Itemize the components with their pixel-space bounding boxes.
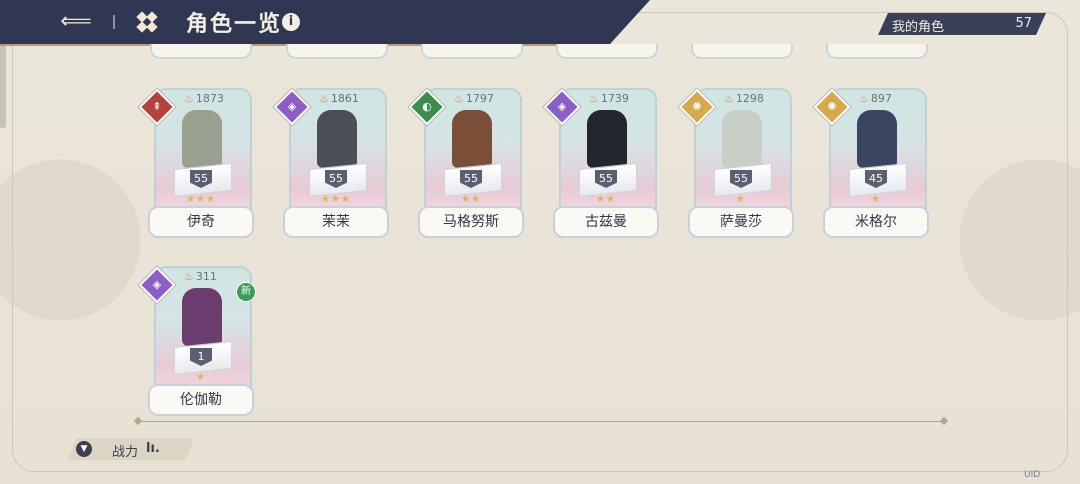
power-value: ♨ 897	[859, 92, 892, 105]
star-rating: ★★★	[321, 194, 351, 205]
character-sprite	[182, 110, 222, 168]
character-card[interactable]: ✺ ♨ 897 45 ★ 米格尔	[813, 88, 929, 238]
star-rating: ★	[736, 194, 746, 205]
back-arrow-icon: ⟸	[60, 9, 92, 34]
character-sprite	[452, 110, 492, 168]
character-card[interactable]: ◈ ♨ 1739 55 ★★ 古兹曼	[543, 88, 659, 238]
my-characters-label: 我的角色	[892, 20, 945, 35]
power-value: ♨ 1298	[724, 92, 764, 105]
character-card[interactable]: ✺ ♨ 1298 55 ★ 萨曼莎	[678, 88, 794, 238]
partial-card[interactable]	[150, 44, 252, 59]
character-card[interactable]: ◐ ♨ 1797 55 ★★ 马格努斯	[408, 88, 524, 238]
character-name: 伦伽勒	[148, 384, 254, 416]
sort-button[interactable]: ▼ 战力 lı.	[68, 438, 194, 460]
power-value: ♨ 1739	[589, 92, 629, 105]
character-name: 萨曼莎	[688, 206, 794, 238]
new-badge: 新	[236, 282, 256, 302]
back-button[interactable]: ⟸	[60, 8, 92, 36]
character-sprite	[317, 110, 357, 168]
uid-label: UID	[1024, 470, 1041, 480]
character-sprite	[722, 110, 762, 168]
character-card[interactable]: ◈ ♨ 311 1 ★ 伦伽勒 新	[138, 266, 256, 416]
character-name: 米格尔	[823, 206, 929, 238]
power-value: ♨ 1861	[319, 92, 359, 105]
info-icon[interactable]: i	[282, 13, 300, 31]
my-characters-count: 57	[1015, 16, 1032, 31]
character-name: 马格努斯	[418, 206, 524, 238]
partial-card[interactable]	[556, 44, 658, 59]
character-card[interactable]: ◈ ♨ 1861 55 ★★★ 茉茉	[273, 88, 389, 238]
partial-card[interactable]	[286, 44, 388, 59]
header-bar	[0, 0, 650, 44]
partial-card[interactable]	[826, 44, 928, 59]
page-title: 角色一览	[186, 11, 283, 37]
partial-card[interactable]	[691, 44, 793, 59]
character-name: 古兹曼	[553, 206, 659, 238]
character-sprite	[857, 110, 897, 168]
character-name: 茉茉	[283, 206, 389, 238]
partial-card[interactable]	[421, 44, 523, 59]
star-rating: ★	[871, 194, 881, 205]
my-characters-counter: 我的角色 57	[878, 13, 1046, 35]
filter-icon: ▼	[76, 441, 92, 457]
character-sprite	[182, 288, 222, 346]
scrollbar[interactable]	[0, 44, 6, 128]
grid-view-button[interactable]	[136, 11, 158, 33]
sort-order-icon: lı.	[146, 441, 160, 456]
character-name: 伊奇	[148, 206, 254, 238]
character-sprite	[587, 110, 627, 168]
star-rating: ★	[196, 372, 206, 383]
star-rating: ★★	[461, 194, 481, 205]
power-value: ♨ 1797	[454, 92, 494, 105]
star-rating: ★★	[596, 194, 616, 205]
character-card[interactable]: ⇞ ♨ 1873 55 ★★★ 伊奇	[138, 88, 254, 238]
power-value: ♨ 1873	[184, 92, 224, 105]
sort-label: 战力	[112, 445, 139, 460]
header-separator	[113, 15, 115, 29]
power-value: ♨ 311	[184, 270, 217, 283]
star-rating: ★★★	[186, 194, 216, 205]
list-divider	[138, 421, 944, 422]
